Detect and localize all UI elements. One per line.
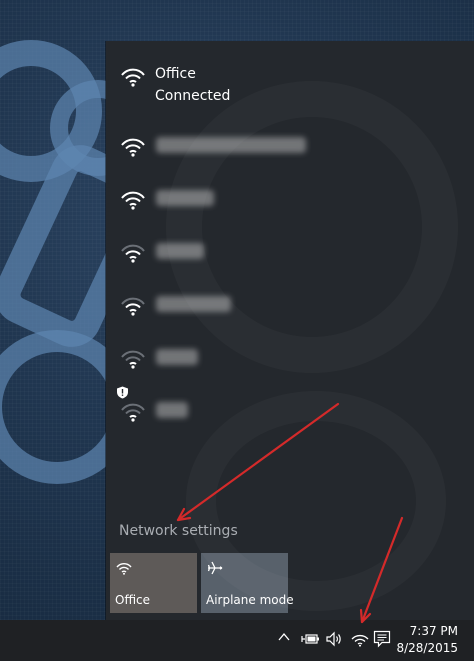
network-item-hidden-4[interactable] — [106, 280, 474, 332]
volume-icon[interactable] — [325, 631, 343, 647]
obscured-network-name — [156, 402, 188, 418]
clock-date: 8/28/2015 — [396, 641, 458, 655]
wifi-icon — [116, 563, 132, 575]
network-item-hidden-6-secured[interactable] — [106, 386, 474, 438]
network-flyout: Office Connected Network settings Office… — [106, 41, 474, 620]
chevron-up-icon[interactable] — [278, 632, 290, 642]
tile-label: Airplane mode — [206, 593, 294, 607]
wifi-icon — [121, 138, 145, 157]
clock-time: 7:37 PM — [409, 624, 458, 638]
wifi-icon[interactable] — [351, 632, 369, 647]
network-settings-link[interactable]: Network settings — [119, 523, 238, 539]
airplane-icon — [207, 561, 223, 575]
action-center-icon[interactable] — [373, 630, 391, 648]
network-item-hidden-5[interactable] — [106, 333, 474, 385]
obscured-network-name — [156, 296, 231, 312]
obscured-network-name — [156, 349, 198, 365]
quick-action-airplane-tile[interactable]: Airplane mode — [201, 553, 294, 613]
obscured-network-name — [156, 243, 204, 259]
network-item-office[interactable]: Office Connected — [106, 51, 474, 123]
network-status: Connected — [155, 88, 231, 104]
tile-label: Office — [115, 593, 151, 607]
taskbar: 7:37 PM 8/28/2015 — [0, 620, 474, 661]
obscured-network-name — [156, 190, 214, 206]
network-item-hidden-1[interactable] — [106, 121, 474, 173]
obscured-network-name — [156, 137, 306, 153]
network-name: Office — [155, 66, 196, 82]
wifi-icon — [121, 350, 145, 369]
taskbar-clock[interactable]: 7:37 PM 8/28/2015 — [396, 623, 458, 657]
wifi-icon — [121, 297, 145, 316]
network-item-hidden-3[interactable] — [106, 227, 474, 279]
wifi-icon — [121, 403, 145, 422]
wifi-icon — [121, 191, 145, 210]
wifi-icon — [121, 244, 145, 263]
battery-icon[interactable] — [300, 632, 320, 646]
network-item-hidden-2[interactable] — [106, 174, 474, 226]
quick-action-wifi-tile[interactable]: Office — [110, 553, 197, 613]
shield-icon — [117, 386, 128, 399]
wifi-icon — [121, 68, 145, 87]
